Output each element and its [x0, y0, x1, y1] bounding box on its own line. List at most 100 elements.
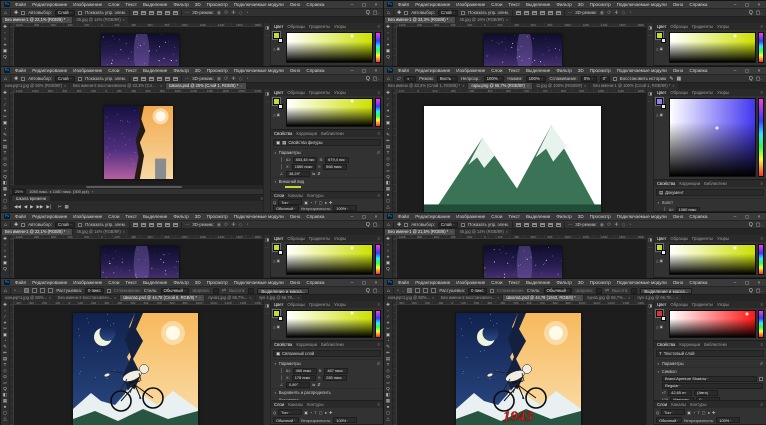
menu-Файл[interactable]: Файл — [14, 214, 27, 219]
ruler-tick-label[interactable]: 900 — [566, 301, 571, 304]
mode3d-icon[interactable]: ✚ — [614, 10, 618, 16]
menu-bar[interactable]: PsФайлРедактированиеИзображениеСлоиТекст… — [384, 213, 766, 220]
ruler-tick-label[interactable]: 800 — [548, 23, 553, 26]
mode3d-icon[interactable]: ✚ — [231, 76, 235, 82]
menu-Слои[interactable]: Слои — [490, 2, 503, 7]
minimize-button[interactable]: – — [731, 214, 739, 219]
ruler-tick-label[interactable]: 600 — [51, 235, 56, 238]
field-label[interactable]: Ш: — [286, 157, 291, 162]
more-options-icon[interactable]: ··· — [185, 222, 189, 227]
mode3d-icon[interactable]: ⟳ — [224, 76, 228, 82]
restore-button[interactable]: ▢ — [360, 280, 368, 286]
layer-filter-kind-icon[interactable]: ▣ — [304, 410, 308, 415]
autoselect-target-select[interactable]: Слой⌄ — [55, 222, 75, 228]
ruler-tick-label[interactable]: 1800 — [254, 23, 260, 26]
mode3d-label[interactable]: 3D-режим: — [192, 76, 214, 81]
layer-opacity-select[interactable]: 100%⌄ — [333, 417, 357, 423]
menu-Фильтр[interactable]: Фильтр — [555, 2, 572, 7]
ruler-tick-label[interactable]: 1200 — [225, 301, 231, 304]
chevron-down-icon[interactable]: ⌄ — [346, 418, 349, 423]
restore-button[interactable]: ▢ — [743, 2, 751, 8]
hue-slider[interactable] — [758, 310, 764, 338]
workspace-switcher-icon[interactable]: ▢⌄ — [373, 288, 380, 294]
web-safe-icon[interactable]: ▣ — [277, 325, 280, 329]
autoselect-label[interactable]: Автовыбор: — [28, 222, 52, 227]
document-canvas-image[interactable] — [101, 246, 179, 278]
color-panel-tabs[interactable]: ЦветОбразцыГрадиентыУзоры≡ — [654, 89, 766, 96]
minimize-button[interactable]: – — [348, 214, 356, 219]
align-icon[interactable] — [532, 11, 537, 15]
panel-menu-icon[interactable]: ≡ — [378, 402, 380, 407]
ruler-tick-label[interactable]: 600 — [527, 301, 532, 304]
menu-Слои[interactable]: Слои — [107, 68, 120, 73]
background-color-swatch[interactable] — [661, 104, 666, 109]
menu-Фильтр[interactable]: Фильтр — [555, 280, 572, 285]
panel-menu-icon[interactable]: ≡ — [378, 342, 380, 347]
menu-Подключаемые модули[interactable]: Подключаемые модули — [233, 2, 285, 7]
color-panel-tab[interactable]: Образцы — [670, 90, 688, 95]
height-label[interactable]: Высота: — [612, 288, 628, 293]
chevron-down-icon[interactable]: ⌄ — [499, 76, 502, 81]
canvas-area[interactable] — [397, 239, 646, 278]
layer-filter-kind-icon[interactable]: ◔ — [310, 200, 312, 205]
playback-control-icon[interactable]: ▶▶ — [37, 204, 44, 210]
menu-Слои[interactable]: Слои — [107, 2, 120, 7]
antialias-label[interactable]: Сглаживание — [497, 288, 524, 293]
ruler-tick-label[interactable]: 200 — [91, 89, 96, 92]
flip-vertical-icon[interactable]: ⇵ — [317, 171, 320, 176]
opacity-label[interactable]: Непрозрачность: — [301, 418, 332, 423]
color-panel-tab[interactable]: Образцы — [287, 90, 305, 95]
mode3d-icon[interactable]: ✚ — [614, 222, 618, 228]
align-icon[interactable] — [516, 11, 521, 15]
ruler-tick-label[interactable]: 1000 — [181, 23, 187, 26]
ruler-tick-label[interactable]: 100 — [399, 89, 404, 92]
color-panel[interactable]: ЦветОбразцыГрадиентыУзоры≡△▣ — [654, 235, 766, 278]
canvas-area[interactable] — [14, 27, 263, 66]
menu-Выделение[interactable]: Выделение — [142, 68, 168, 73]
section-title[interactable]: Параметры — [279, 150, 301, 155]
menu-Редактирование[interactable]: Редактирование — [414, 280, 451, 285]
workspace-switcher-icon[interactable]: ▢⌄ — [756, 10, 763, 16]
intersect-selection-button[interactable] — [431, 288, 436, 293]
menu-Окно[interactable]: Окно — [672, 214, 685, 219]
color-panel-tab[interactable]: Градиенты — [692, 236, 713, 241]
menu-Файл[interactable]: Файл — [397, 280, 410, 285]
layer-opacity-select[interactable]: 100%⌄ — [333, 205, 357, 211]
field-label[interactable]: Y: — [318, 375, 321, 380]
ruler-tick-label[interactable]: 300 — [469, 89, 474, 92]
value-field[interactable]: 178 пикс — [292, 375, 316, 381]
layers-panel-tab[interactable]: Контуры — [307, 402, 323, 407]
hue-slider[interactable] — [375, 98, 381, 127]
menu-Окно[interactable]: Окно — [289, 280, 302, 285]
menu-Справка[interactable]: Справка — [305, 280, 325, 285]
ruler-tick-label[interactable]: 1400 — [637, 301, 643, 304]
ruler-tick-label[interactable]: 1000 — [181, 235, 187, 238]
gamut-warning-icon[interactable]: △ — [656, 325, 659, 329]
swap-dimensions-icon[interactable]: ⇄ — [605, 288, 609, 294]
options-bar[interactable]: ⌂▫⌄Растушевка:0 пиксСглаживаниеСтиль:Обы… — [384, 286, 766, 295]
close-button[interactable]: × — [755, 214, 763, 219]
brush-preset-picker[interactable]: ●⌄ — [404, 76, 416, 82]
chevron-down-icon[interactable]: ⌄ — [293, 418, 296, 423]
photoshop-logo-icon[interactable]: Ps — [4, 280, 10, 285]
menu-Текст[interactable]: Текст — [507, 2, 521, 7]
panel-menu-icon[interactable]: ≡ — [378, 236, 380, 241]
color-panel-tab[interactable]: Цвет — [657, 90, 666, 95]
ruler-tick-label[interactable]: 400 — [77, 89, 82, 92]
width-field[interactable] — [213, 288, 219, 294]
ruler-tick-label[interactable]: 0 — [68, 301, 70, 304]
layer-filter-kind-icon[interactable]: ▢ — [319, 200, 323, 205]
menu-Слои[interactable]: Слои — [107, 280, 120, 285]
search-icon[interactable]: Q — [749, 222, 753, 228]
chevron-down-icon[interactable]: ⌄ — [567, 288, 570, 293]
properties-panel-tab[interactable]: Коррекции — [296, 131, 317, 136]
gamut-warning-icon[interactable]: △ — [273, 325, 276, 329]
ruler-tick-label[interactable]: 1200 — [190, 89, 196, 92]
shape-fill-color-chip[interactable] — [285, 186, 301, 188]
collapse-panels-icon[interactable]: ◨ — [265, 303, 269, 308]
menu-Справка[interactable]: Справка — [688, 2, 708, 7]
color-picker-marker[interactable] — [733, 34, 736, 37]
value-field[interactable]: 568 пикс — [323, 164, 347, 170]
minimize-button[interactable]: – — [731, 280, 739, 285]
home-icon[interactable]: ⌂ — [4, 10, 7, 16]
